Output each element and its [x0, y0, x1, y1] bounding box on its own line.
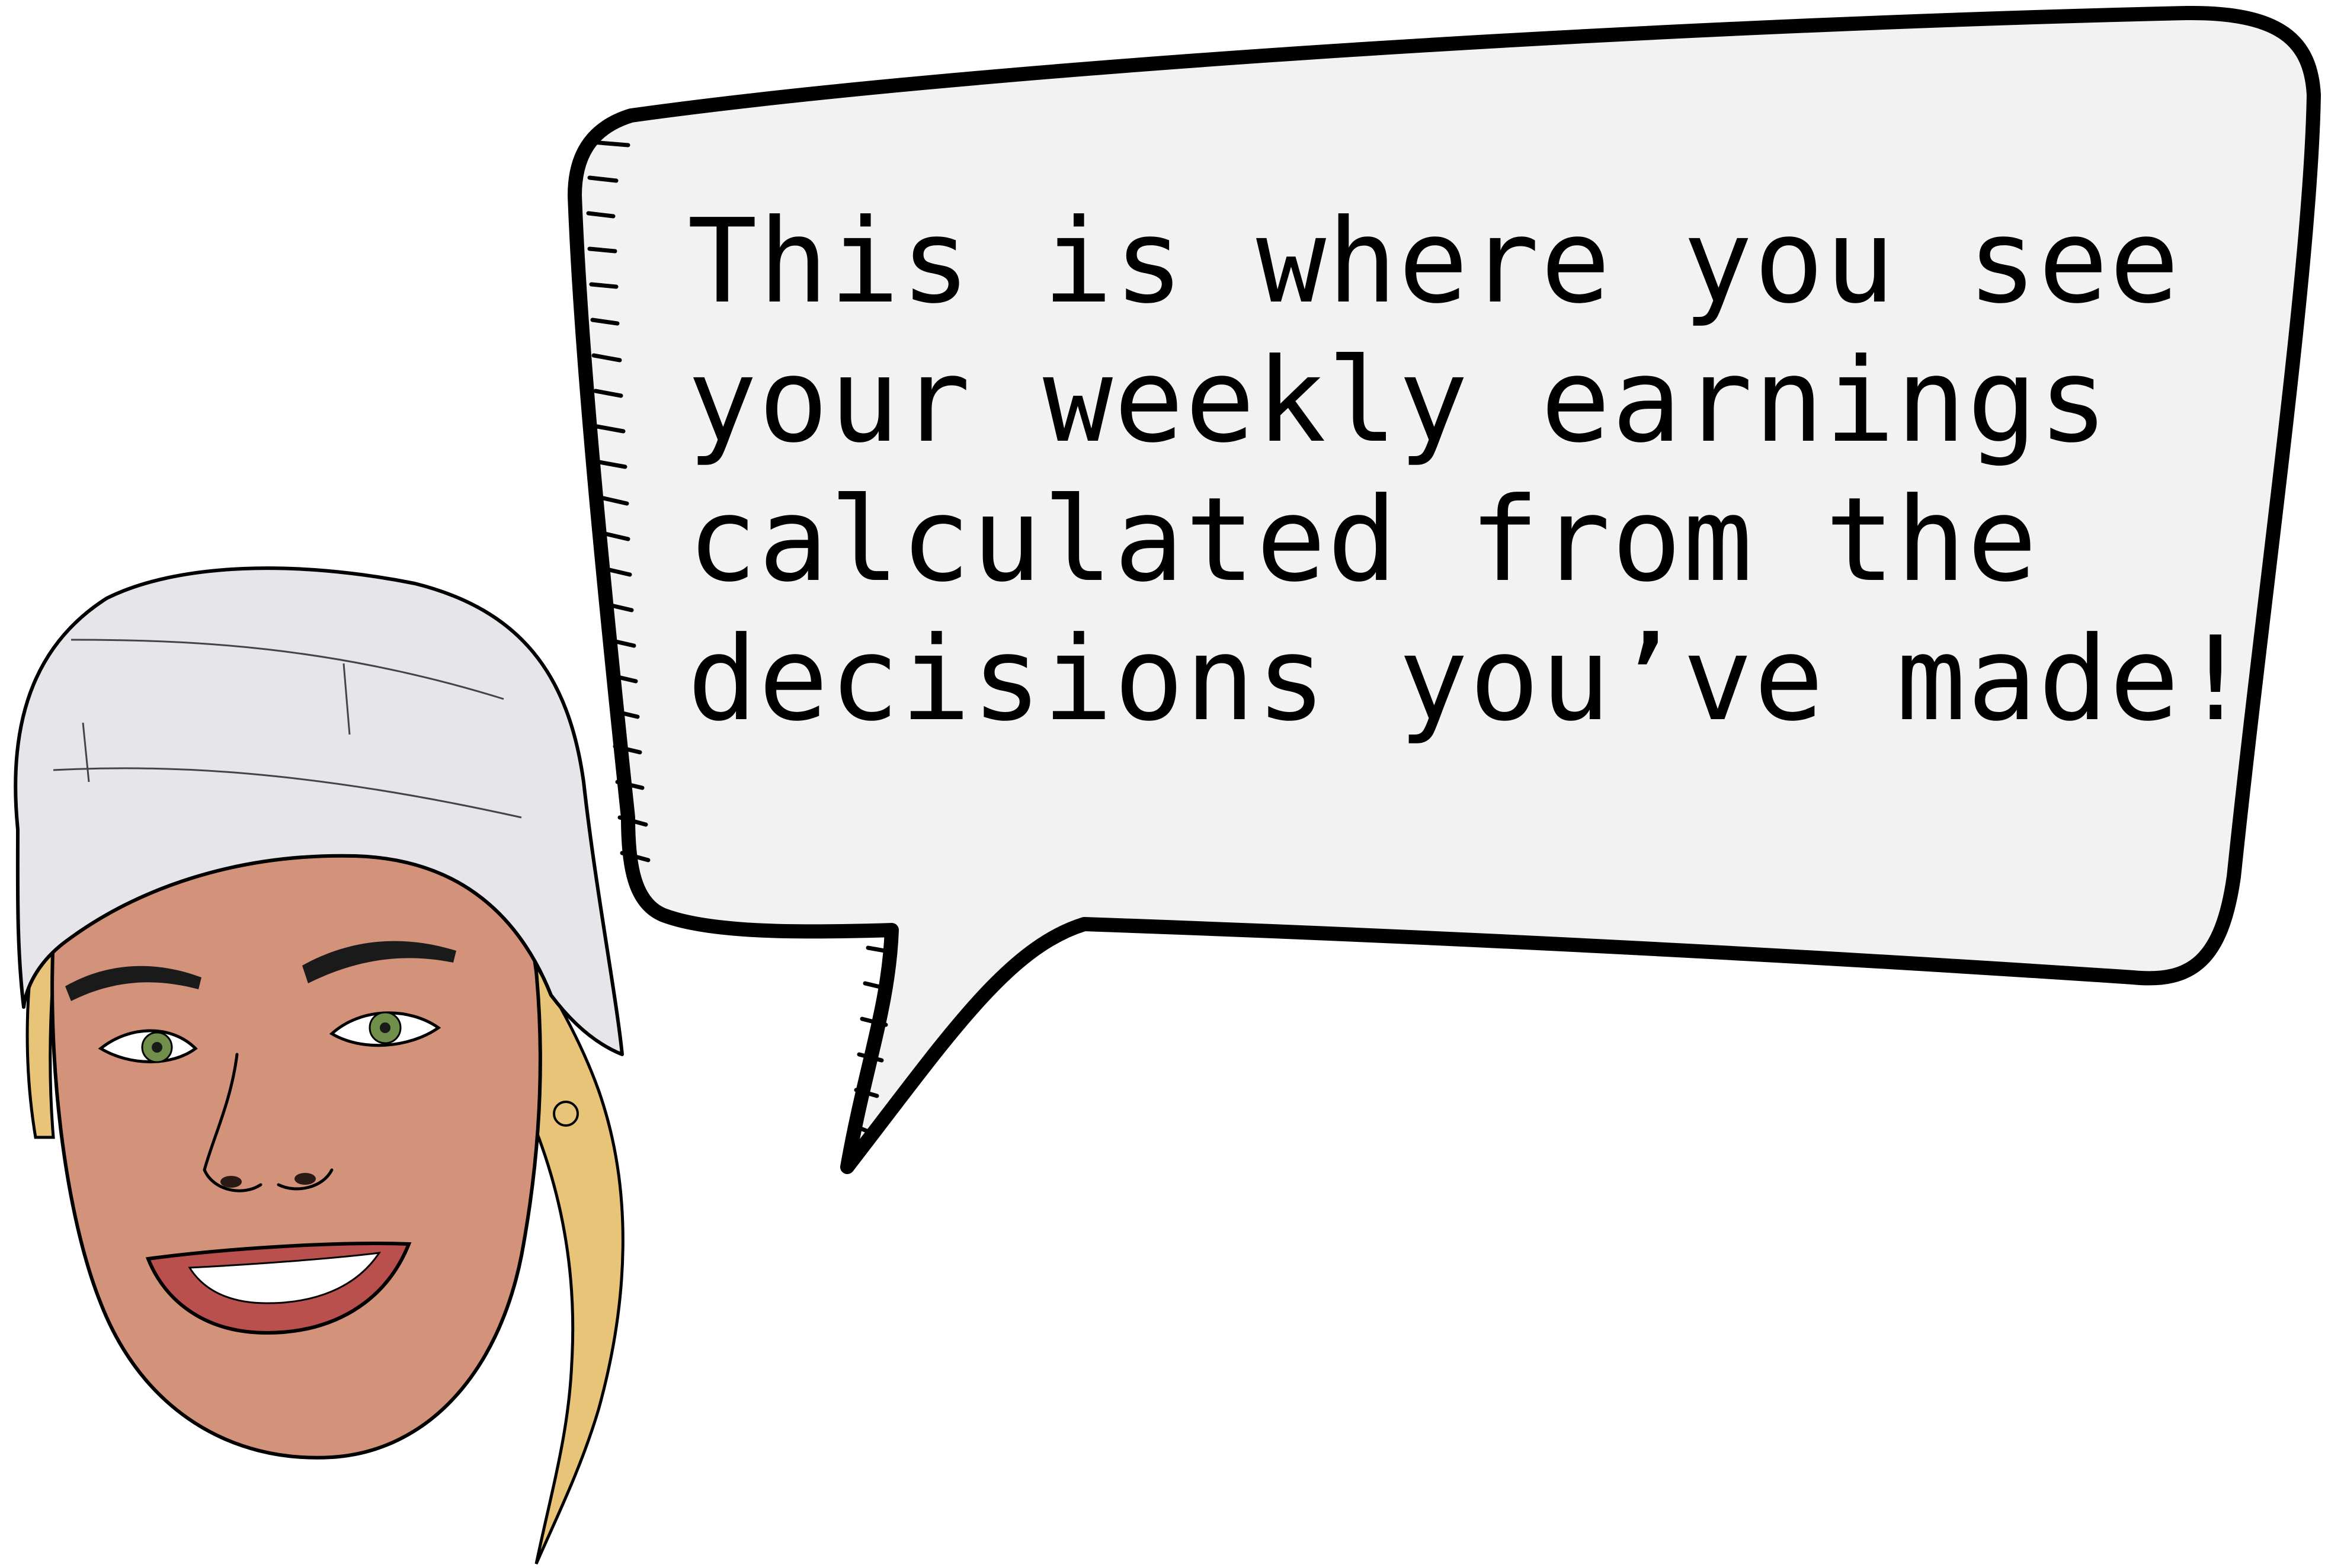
speech-line-2: your weekly earnings: [687, 334, 2110, 469]
character-avatar: [14, 566, 625, 1565]
speech-line-1: This is where you see: [687, 194, 2181, 329]
speech-line-4: decisions you’ve made!: [687, 612, 2252, 747]
speech-bubble-text: This is where you see your weekly earning…: [687, 193, 2252, 749]
face: [50, 836, 542, 1460]
speech-line-3: calculated from the: [687, 473, 2039, 608]
earring: [553, 1101, 579, 1127]
